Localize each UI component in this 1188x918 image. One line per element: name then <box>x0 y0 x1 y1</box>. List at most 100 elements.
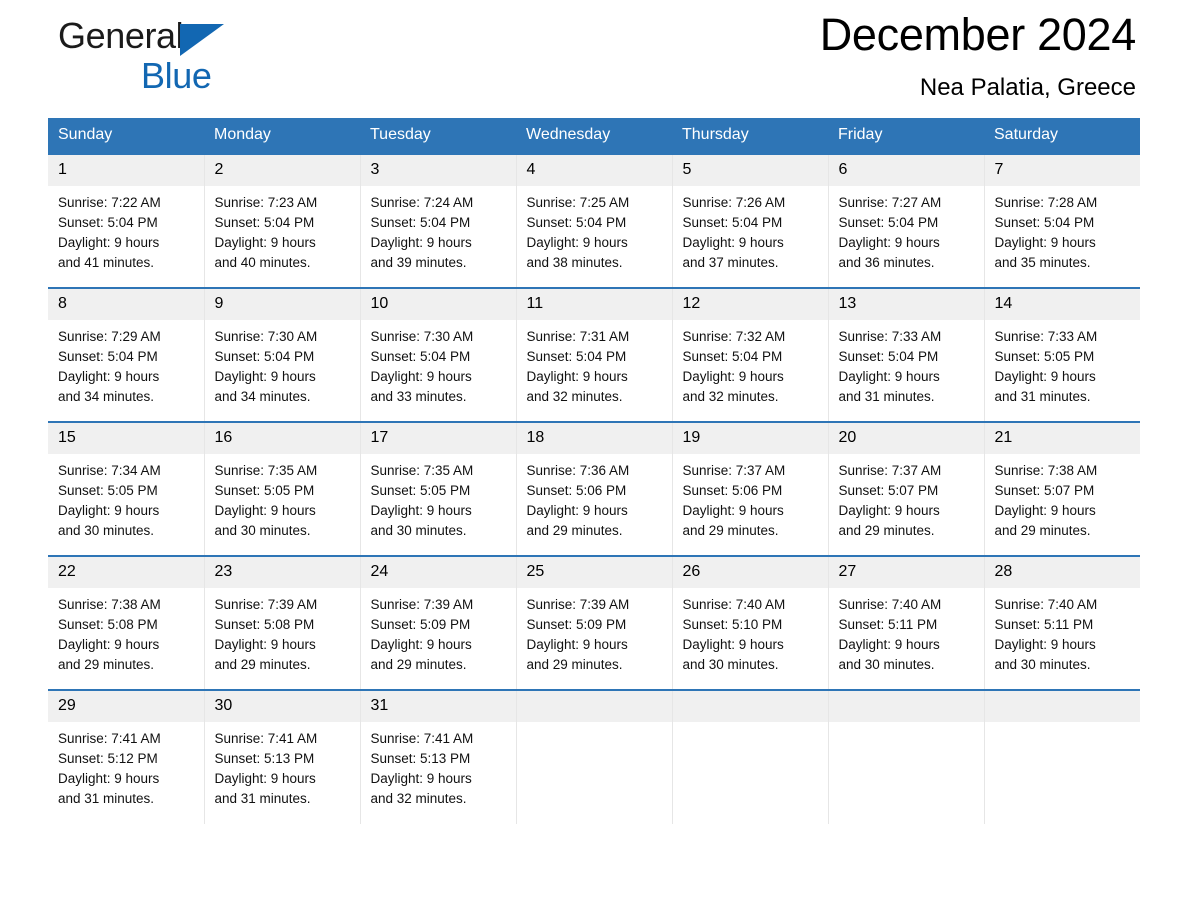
calendar-day-cell[interactable]: 24 Sunrise: 7:39 AM Sunset: 5:09 PM Dayligh… <box>360 555 517 690</box>
calendar-day-cell[interactable]: 12 Sunrise: 7:32 AM Sunset: 5:04 PM Dayligh… <box>672 287 829 422</box>
daylight-duration-line1: Daylight: 9 hours <box>370 637 472 652</box>
sunrise-time: Sunrise: 7:30 AM <box>370 329 474 344</box>
daylight-duration-line2: and 39 minutes. <box>370 255 467 270</box>
sunset-time: Sunset: 5:04 PM <box>682 349 783 364</box>
daylight-duration-line1: Daylight: 9 hours <box>58 771 160 786</box>
sunrise-time: Sunrise: 7:39 AM <box>214 597 318 612</box>
day-number: 12 <box>672 289 828 320</box>
daylight-duration-line2: and 34 minutes. <box>214 389 311 404</box>
calendar-day-cell[interactable]: 26 Sunrise: 7:40 AM Sunset: 5:10 PM Dayligh… <box>672 555 829 690</box>
logo-triangle-icon <box>180 24 225 56</box>
weekday-header-wednesday: Wednesday <box>516 118 672 154</box>
sunrise-time: Sunrise: 7:40 AM <box>682 597 786 612</box>
day-number: 14 <box>984 289 1140 320</box>
day-details: Sunrise: 7:39 AM Sunset: 5:09 PM Daylight:… <box>361 588 516 675</box>
day-number: 7 <box>984 155 1140 186</box>
weekday-header-friday: Friday <box>828 118 984 154</box>
calendar-day-cell[interactable]: 11 Sunrise: 7:31 AM Sunset: 5:04 PM Dayligh… <box>516 287 673 422</box>
sunrise-time: Sunrise: 7:35 AM <box>214 463 318 478</box>
sunset-time: Sunset: 5:09 PM <box>370 617 471 632</box>
daylight-duration-line2: and 30 minutes. <box>838 657 935 672</box>
day-details: Sunrise: 7:25 AM Sunset: 5:04 PM Daylight:… <box>517 186 672 273</box>
calendar-day-cell[interactable]: 31 Sunrise: 7:41 AM Sunset: 5:13 PM Dayligh… <box>360 689 517 824</box>
calendar-day-cell[interactable]: 8 Sunrise: 7:29 AM Sunset: 5:04 PM Daylight… <box>48 287 205 422</box>
calendar-day-cell[interactable]: 18 Sunrise: 7:36 AM Sunset: 5:06 PM Dayligh… <box>516 421 673 556</box>
calendar-day-cell[interactable]: 6 Sunrise: 7:27 AM Sunset: 5:04 PM Daylight… <box>828 153 985 288</box>
calendar-day-cell[interactable]: 30 Sunrise: 7:41 AM Sunset: 5:13 PM Dayligh… <box>204 689 361 824</box>
daylight-duration-line1: Daylight: 9 hours <box>682 235 784 250</box>
day-number: 26 <box>672 557 828 588</box>
daylight-duration-line1: Daylight: 9 hours <box>838 637 940 652</box>
calendar-day-cell[interactable]: 17 Sunrise: 7:35 AM Sunset: 5:05 PM Dayligh… <box>360 421 517 556</box>
calendar-day-cell[interactable]: 5 Sunrise: 7:26 AM Sunset: 5:04 PM Daylight… <box>672 153 829 288</box>
day-details: Sunrise: 7:35 AM Sunset: 5:05 PM Daylight:… <box>361 454 516 541</box>
daylight-duration-line1: Daylight: 9 hours <box>58 503 160 518</box>
calendar-day-cell[interactable]: 22 Sunrise: 7:38 AM Sunset: 5:08 PM Dayligh… <box>48 555 205 690</box>
daylight-duration-line1: Daylight: 9 hours <box>994 637 1096 652</box>
daylight-duration-line1: Daylight: 9 hours <box>526 369 628 384</box>
day-number: 30 <box>204 691 360 722</box>
calendar-day-cell[interactable]: 2 Sunrise: 7:23 AM Sunset: 5:04 PM Daylight… <box>204 153 361 288</box>
calendar-day-cell[interactable]: 21 Sunrise: 7:38 AM Sunset: 5:07 PM Dayligh… <box>984 421 1140 556</box>
sunset-time: Sunset: 5:11 PM <box>838 617 938 632</box>
calendar-day-cell[interactable]: 29 Sunrise: 7:41 AM Sunset: 5:12 PM Dayligh… <box>48 689 205 824</box>
day-number: 18 <box>516 423 672 454</box>
calendar-day-cell[interactable]: 20 Sunrise: 7:37 AM Sunset: 5:07 PM Dayligh… <box>828 421 985 556</box>
calendar-day-cell[interactable]: 4 Sunrise: 7:25 AM Sunset: 5:04 PM Daylight… <box>516 153 673 288</box>
daylight-duration-line2: and 29 minutes. <box>682 523 779 538</box>
calendar-day-cell[interactable]: 16 Sunrise: 7:35 AM Sunset: 5:05 PM Dayligh… <box>204 421 361 556</box>
day-details: Sunrise: 7:40 AM Sunset: 5:11 PM Daylight:… <box>829 588 984 675</box>
daylight-duration-line1: Daylight: 9 hours <box>58 637 160 652</box>
calendar-day-cell[interactable]: 14 Sunrise: 7:33 AM Sunset: 5:05 PM Dayligh… <box>984 287 1141 422</box>
day-details: Sunrise: 7:36 AM Sunset: 5:06 PM Daylight:… <box>517 454 672 541</box>
calendar-day-cell[interactable]: 9 Sunrise: 7:30 AM Sunset: 5:04 PM Daylight… <box>204 287 361 422</box>
calendar-day-cell[interactable]: 28 Sunrise: 7:40 AM Sunset: 5:11 PM Dayligh… <box>984 555 1140 690</box>
day-number: 1 <box>48 155 204 186</box>
calendar-day-cell[interactable]: 27 Sunrise: 7:40 AM Sunset: 5:11 PM Dayligh… <box>828 555 985 690</box>
daylight-duration-line2: and 29 minutes. <box>526 657 623 672</box>
day-number: 21 <box>984 423 1140 454</box>
calendar-day-cell[interactable]: 19 Sunrise: 7:37 AM Sunset: 5:06 PM Dayligh… <box>672 421 829 556</box>
daylight-duration-line1: Daylight: 9 hours <box>214 235 316 250</box>
day-details: Sunrise: 7:37 AM Sunset: 5:06 PM Daylight:… <box>673 454 828 541</box>
day-number: 16 <box>204 423 360 454</box>
day-details: Sunrise: 7:31 AM Sunset: 5:04 PM Daylight:… <box>517 320 672 407</box>
calendar-day-cell[interactable]: 3 Sunrise: 7:24 AM Sunset: 5:04 PM Daylight… <box>360 153 517 288</box>
daylight-duration-line2: and 34 minutes. <box>58 389 155 404</box>
calendar-day-cell[interactable]: 1 Sunrise: 7:22 AM Sunset: 5:04 PM Daylight… <box>48 153 205 288</box>
calendar-day-cell[interactable]: 23 Sunrise: 7:39 AM Sunset: 5:08 PM Dayligh… <box>204 555 361 690</box>
daylight-duration-line2: and 32 minutes. <box>682 389 779 404</box>
calendar-day-cell[interactable]: 7 Sunrise: 7:28 AM Sunset: 5:04 PM Daylight… <box>984 153 1140 288</box>
sunrise-time: Sunrise: 7:32 AM <box>682 329 786 344</box>
sunrise-time: Sunrise: 7:39 AM <box>526 597 630 612</box>
day-details: Sunrise: 7:33 AM Sunset: 5:05 PM Daylight:… <box>985 320 1141 407</box>
calendar-day-cell[interactable]: 15 Sunrise: 7:34 AM Sunset: 5:05 PM Dayligh… <box>48 421 205 556</box>
day-details: Sunrise: 7:41 AM Sunset: 5:13 PM Daylight:… <box>205 722 360 809</box>
sunrise-time: Sunrise: 7:24 AM <box>370 195 474 210</box>
sunrise-time: Sunrise: 7:22 AM <box>58 195 161 210</box>
day-number: 27 <box>828 557 984 588</box>
sunset-time: Sunset: 5:04 PM <box>838 215 939 230</box>
calendar-header-row: Sunday Monday Tuesday Wednesday Thursday Frid… <box>48 118 1140 154</box>
day-number: 11 <box>516 289 672 320</box>
sunrise-time: Sunrise: 7:26 AM <box>682 195 786 210</box>
daylight-duration-line1: Daylight: 9 hours <box>838 235 940 250</box>
sunset-time: Sunset: 5:04 PM <box>58 349 158 364</box>
calendar-day-cell[interactable]: 25 Sunrise: 7:39 AM Sunset: 5:09 PM Dayligh… <box>516 555 673 690</box>
daylight-duration-line1: Daylight: 9 hours <box>994 503 1096 518</box>
calendar-day-cell[interactable]: 10 Sunrise: 7:30 AM Sunset: 5:04 PM Dayligh… <box>360 287 517 422</box>
sunset-time: Sunset: 5:04 PM <box>370 349 471 364</box>
sunrise-time: Sunrise: 7:40 AM <box>994 597 1098 612</box>
day-details: Sunrise: 7:27 AM Sunset: 5:04 PM Daylight:… <box>829 186 984 273</box>
day-details: Sunrise: 7:39 AM Sunset: 5:09 PM Daylight:… <box>517 588 672 675</box>
sunset-time: Sunset: 5:04 PM <box>214 215 315 230</box>
calendar-week-row: 8 Sunrise: 7:29 AM Sunset: 5:04 PM Daylight… <box>48 287 1141 422</box>
calendar-day-cell[interactable]: 13 Sunrise: 7:33 AM Sunset: 5:04 PM Dayligh… <box>828 287 985 422</box>
location-subtitle: Nea Palatia, Greece <box>919 74 1136 101</box>
weekday-header-thursday: Thursday <box>672 118 828 154</box>
day-number: 19 <box>672 423 828 454</box>
calendar-day-cell-empty <box>516 689 673 824</box>
daylight-duration-line1: Daylight: 9 hours <box>214 503 316 518</box>
day-number: 2 <box>204 155 360 186</box>
daylight-duration-line2: and 29 minutes. <box>214 657 311 672</box>
